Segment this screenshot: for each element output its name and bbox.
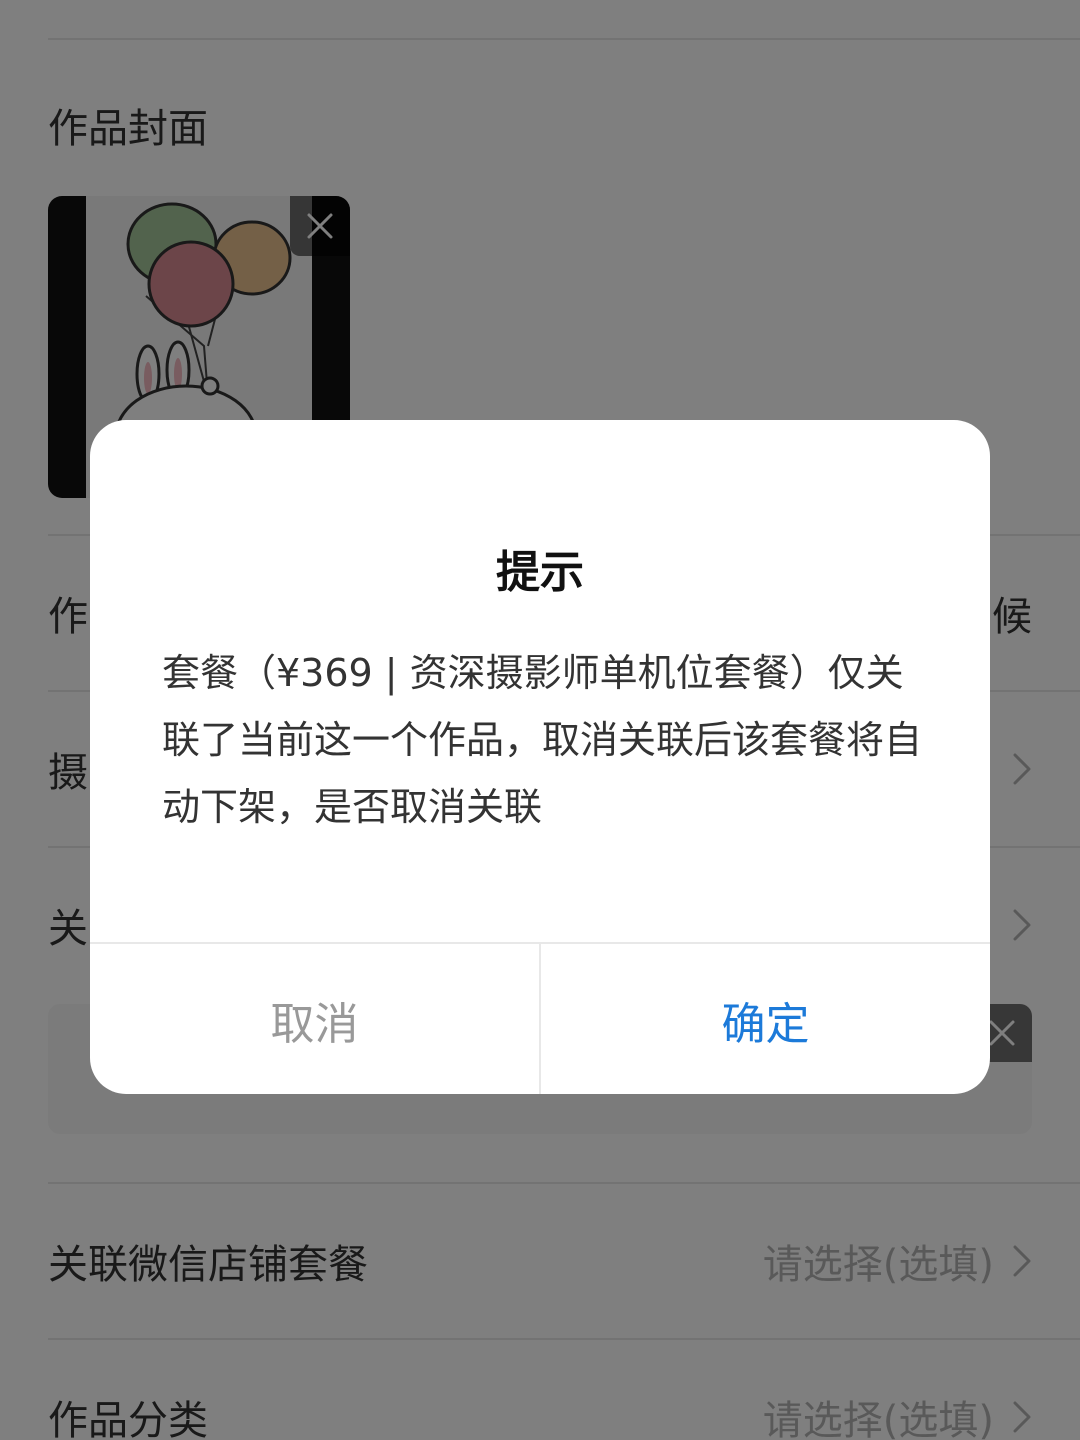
confirm-button[interactable]: 确定: [541, 944, 990, 1094]
dialog-title: 提示: [496, 547, 584, 598]
dialog-footer: 取消 确定: [90, 942, 990, 1094]
cancel-button[interactable]: 取消: [90, 944, 541, 1094]
work-edit-page: 作品封面: [0, 0, 1080, 1440]
confirm-dialog: 提示 套餐（¥369 | 资深摄影师单机位套餐）仅关联了当前这一个作品，取消关联…: [90, 420, 990, 1094]
dialog-message: 套餐（¥369 | 资深摄影师单机位套餐）仅关联了当前这一个作品，取消关联后该套…: [162, 651, 923, 829]
